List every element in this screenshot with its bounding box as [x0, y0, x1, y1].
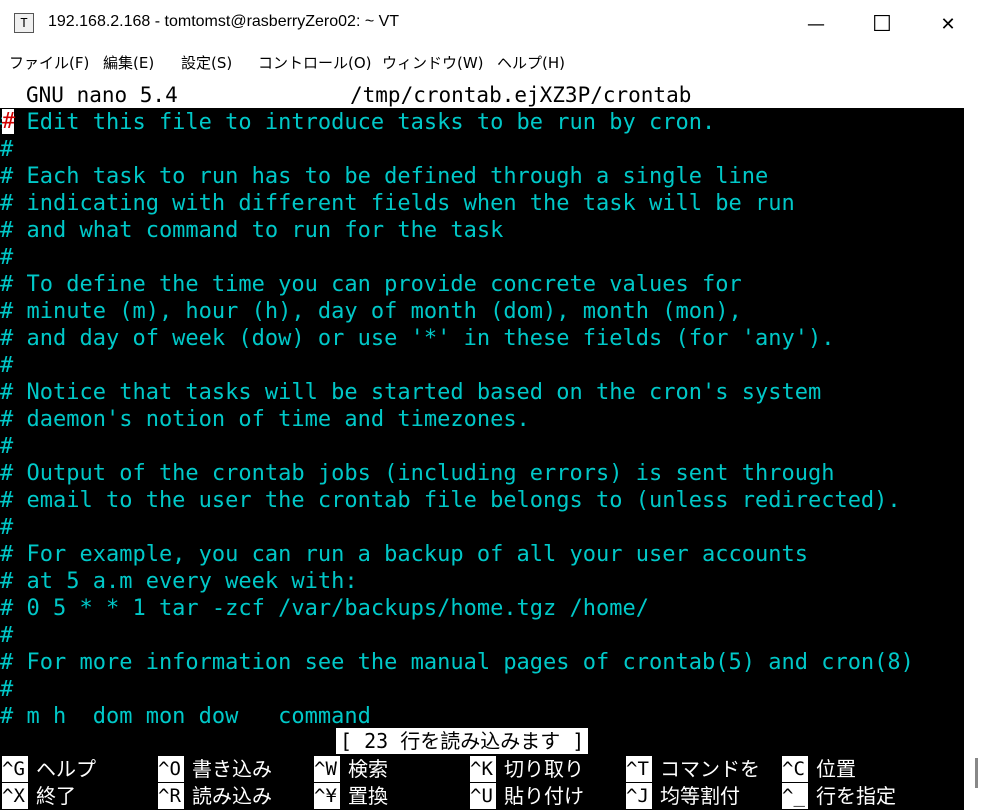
editor-line: # email to the user the crontab file bel…	[0, 488, 901, 513]
maximize-icon: ☐	[872, 11, 892, 37]
editor-line: # and what command to run for the task	[0, 218, 504, 243]
shortcut-key: ^C	[782, 756, 808, 782]
editor-line: #	[0, 353, 14, 378]
menu-bar: ファイル(F) 編集(E) 設定(S) コントロール(O) ウィンドウ(W) ヘ…	[0, 48, 989, 75]
shortcut-label: 置換	[348, 784, 388, 808]
shortcut-label: 読み込み	[192, 784, 272, 808]
shortcut-key: ^O	[158, 756, 184, 782]
shortcut-key: ^R	[158, 783, 184, 809]
menu-control[interactable]: コントロール(O)	[258, 52, 372, 73]
editor-line: #	[0, 623, 14, 648]
shortcut-label: 終了	[36, 784, 76, 808]
editor-line: # Output of the crontab jobs (including …	[0, 461, 835, 486]
maximize-button[interactable]: ☐	[853, 0, 911, 48]
editor-line: #	[0, 245, 14, 270]
editor-line: # Notice that tasks will be started base…	[0, 380, 822, 405]
menu-file[interactable]: ファイル(F)	[9, 52, 89, 73]
shortcut-key: ^G	[2, 756, 28, 782]
minimize-icon: —	[807, 13, 825, 35]
editor-line: # and day of week (dow) or use '*' in th…	[0, 326, 835, 351]
editor-line: #	[0, 434, 14, 459]
shortcut-label: 切り取り	[504, 757, 584, 781]
nano-header: GNU nano 5.4 /tmp/crontab.ejXZ3P/crontab	[0, 82, 964, 108]
editor-line: #	[0, 677, 14, 702]
shortcut-key: ^T	[626, 756, 652, 782]
editor-line: #	[0, 137, 14, 162]
shortcut-label: 位置	[816, 757, 856, 781]
vertical-scrollbar[interactable]	[964, 82, 989, 810]
close-button[interactable]: ✕	[919, 0, 977, 48]
editor-line: # Edit this file to introduce tasks to b…	[0, 110, 716, 135]
editor-line: # at 5 a.m every week with:	[0, 569, 358, 594]
title-bar[interactable]: T 192.168.2.168 - tomtomst@rasberryZero0…	[0, 0, 989, 48]
minimize-button[interactable]: —	[787, 0, 845, 48]
scrollbar-thumb[interactable]	[975, 758, 978, 788]
menu-settings[interactable]: 設定(S)	[181, 52, 232, 73]
text-cursor: #	[2, 109, 16, 134]
menu-help[interactable]: ヘルプ(H)	[497, 52, 565, 73]
editor-line: # m h dom mon dow command	[0, 704, 371, 729]
shortcut-key: ^_	[782, 783, 808, 809]
editor-line: # minute (m), hour (h), day of month (do…	[0, 299, 742, 324]
nano-filename: /tmp/crontab.ejXZ3P/crontab	[350, 83, 692, 107]
nano-version: GNU nano 5.4	[26, 83, 178, 107]
shortcut-key: ^¥	[314, 783, 340, 809]
editor-line: # For more information see the manual pa…	[0, 650, 914, 675]
editor-line: # To define the time you can provide con…	[0, 272, 742, 297]
close-icon: ✕	[940, 13, 956, 35]
window-title: 192.168.2.168 - tomtomst@rasberryZero02:…	[48, 13, 400, 30]
menu-window[interactable]: ウィンドウ(W)	[382, 52, 484, 73]
menu-edit[interactable]: 編集(E)	[103, 52, 154, 73]
terminal-window: T 192.168.2.168 - tomtomst@rasberryZero0…	[0, 0, 989, 810]
editor-line: #	[0, 515, 14, 540]
terminal-app-icon[interactable]: T	[14, 13, 34, 33]
editor-line: # For example, you can run a backup of a…	[0, 542, 808, 567]
shortcut-label: 貼り付け	[504, 784, 584, 808]
shortcut-label: ヘルプ	[36, 757, 96, 781]
editor-line: # Each task to run has to be defined thr…	[0, 164, 769, 189]
shortcut-label: 行を指定	[816, 784, 896, 808]
shortcut-key: ^J	[626, 783, 652, 809]
status-message: [ 23 行を読み込みます ]	[336, 728, 589, 754]
shortcut-label: 書き込み	[192, 757, 272, 781]
shortcut-label: 検索	[348, 757, 388, 781]
editor-line: # 0 5 * * 1 tar -zcf /var/backups/home.t…	[0, 596, 650, 621]
shortcut-key: ^X	[2, 783, 28, 809]
shortcut-key: ^K	[470, 756, 496, 782]
shortcut-label: コマンドを	[660, 757, 760, 781]
editor-line: # indicating with different fields when …	[0, 191, 795, 216]
shortcut-key: ^U	[470, 783, 496, 809]
shortcut-key: ^W	[314, 756, 340, 782]
shortcut-label: 均等割付	[660, 784, 740, 808]
cursor-char: #	[2, 109, 16, 134]
editor-line: # daemon's notion of time and timezones.	[0, 407, 530, 432]
